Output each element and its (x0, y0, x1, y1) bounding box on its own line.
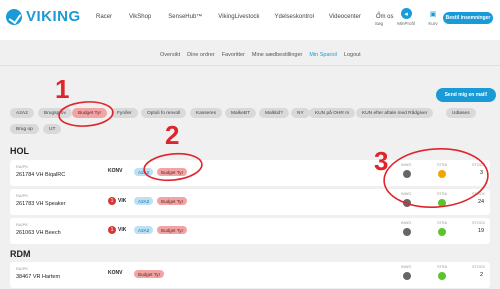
chip-ny[interactable]: NY (291, 108, 310, 118)
bull-row[interactable]: RA/PK 261783 VH Speaker 1 VIK A2A2 Budge… (10, 189, 490, 215)
tag-budget-tyr: Budget Tyr (134, 270, 165, 278)
subnav-semen-orders[interactable]: Mine sædbestillinger (252, 52, 302, 58)
subnav-divider (0, 65, 500, 66)
status-dot-inwg (403, 228, 411, 236)
search-label: Søg (374, 21, 384, 26)
chip-malkebt[interactable]: MalkeBT (225, 108, 256, 118)
col-label-stock: STOCK (472, 265, 486, 269)
tag-budget-tyr: Budget Tyr (157, 197, 188, 205)
cart-label: Kurv (428, 21, 438, 26)
nav-racer[interactable]: Racer (96, 14, 112, 20)
profile-label: MinProfil (397, 21, 415, 26)
row-label: RA/PK (16, 222, 29, 227)
chip-brugsprov[interactable]: Brugsprov (38, 108, 72, 118)
bull-name[interactable]: 38467 VR Hartem (16, 274, 60, 280)
bull-row[interactable]: RA/PK 261063 VH Beech 1 VIK A2A2 Budget … (10, 218, 490, 244)
col-label-stock: STOCK (472, 192, 486, 196)
nav-vikinglivestock[interactable]: VikingLivestock (218, 14, 259, 20)
status-dot-inwg (403, 199, 411, 207)
section-title-rdm: RDM (10, 249, 31, 259)
status-dot-stra (438, 272, 446, 280)
search-link[interactable]: ⌕ Søg (370, 8, 388, 27)
col-label-stock: STOCK (472, 163, 486, 167)
bull-row[interactable]: RA/PK 261784 VH BiqalRC KONV A2A2 Budget… (10, 160, 490, 186)
nav-videocenter[interactable]: Videocenter (329, 14, 361, 20)
status-dot-stra (438, 170, 446, 178)
nav-sensehub[interactable]: SenseHub™ (168, 14, 202, 20)
chip-udloses[interactable]: Udløses (446, 108, 476, 118)
col-label-inwg: INWG (401, 163, 412, 167)
row-label: RA/PK (16, 164, 29, 169)
annotation-number-2: 2 (165, 120, 180, 150)
subnav-overview[interactable]: Oversikt (160, 52, 180, 58)
col-label-inwg: INWG (401, 221, 412, 225)
chip-malktid[interactable]: Malktid? (259, 108, 289, 118)
chip-budget-tyr[interactable]: Budget Tyr (72, 108, 108, 118)
chip-ut[interactable]: UT (43, 124, 62, 134)
status-dot-inwg (403, 272, 411, 280)
tag-budget-tyr: Budget Tyr (157, 168, 188, 176)
col-label-stra: STRA (437, 265, 448, 269)
nav-vikshop[interactable]: VikShop (129, 14, 151, 20)
type-label: VIK (118, 198, 127, 204)
type-label: VIK (118, 227, 127, 233)
annotation-number-1: 1 (55, 74, 70, 104)
subnav-favorites[interactable]: Favoritter (222, 52, 245, 58)
order-insemination-button[interactable]: Bestil insemninger (443, 12, 493, 24)
stock-count: 24 (478, 199, 485, 205)
main-nav: Racer VikShop SenseHub™ VikingLivestock … (96, 14, 394, 20)
col-label-inwg: INWG (401, 265, 412, 269)
tag-a2a2: A2A2 (134, 168, 154, 176)
nav-ydelseskontrol[interactable]: Ydelseskontrol (275, 14, 314, 20)
stock-count: 19 (478, 228, 485, 234)
type-label: KONV (108, 270, 123, 276)
bull-name[interactable]: 261783 VH Speaker (16, 201, 66, 207)
chip-optuli[interactable]: Optuli fo renvoll (141, 108, 187, 118)
col-label-stra: STRA (437, 221, 448, 225)
chip-kasseres[interactable]: Kasseres (190, 108, 222, 118)
tag-budget-tyr: Budget Tyr (157, 226, 188, 234)
chip-fynler[interactable]: Fyn/ler (111, 108, 138, 118)
profile-icon: ◂ (400, 8, 412, 19)
col-label-inwg: INWG (401, 192, 412, 196)
vik-badge: 1 (108, 226, 116, 234)
row-label: RA/PK (16, 266, 29, 271)
col-label-stra: STRA (437, 192, 448, 196)
section-title-hol: HOL (10, 146, 29, 156)
status-dot-inwg (403, 170, 411, 178)
stock-count: 2 (480, 272, 484, 278)
chip-kun-efter-aftale[interactable]: KUN efter aftale med Rådgiver (356, 108, 434, 118)
stock-count: 3 (480, 170, 484, 176)
viking-logo-icon (6, 8, 22, 25)
chip-a2a2[interactable]: A2A2 (10, 108, 34, 118)
chip-kun-ohr[interactable]: KUN på OHR m (309, 108, 356, 118)
bull-name[interactable]: 261784 VH BiqalRC (16, 172, 65, 178)
status-dot-stra (438, 228, 446, 236)
col-label-stra: STRA (437, 163, 448, 167)
account-subnav: Oversikt Dine ordrer Favoritter Mine sæd… (160, 52, 361, 58)
viking-logo[interactable]: VIKING (6, 8, 81, 25)
bull-row[interactable]: RA/PK 38467 VR Hartem KONV Budget Tyr IN… (10, 262, 490, 288)
chip-brug-op[interactable]: Brug op (10, 124, 39, 134)
cart-icon: ▣ (429, 10, 437, 18)
type-label: KONV (108, 168, 123, 174)
subnav-orders[interactable]: Dine ordrer (187, 52, 215, 58)
site-header: VIKING Racer VikShop SenseHub™ VikingLiv… (0, 0, 500, 40)
send-mail-button[interactable]: Send mig en mail! (436, 88, 496, 102)
annotation-number-3: 3 (374, 146, 389, 176)
bull-name[interactable]: 261063 VH Beech (16, 230, 61, 236)
tag-a2a2: A2A2 (134, 197, 154, 205)
profile-link[interactable]: ◂ MinProfil (397, 8, 415, 26)
status-dot-stra (438, 199, 446, 207)
header-icons: ⌕ Søg ◂ MinProfil ▣ Kurv (370, 8, 442, 26)
tag-a2a2: A2A2 (134, 226, 154, 234)
subnav-logout[interactable]: Logout (344, 52, 361, 58)
row-label: RA/PK (16, 193, 29, 198)
cart-link[interactable]: ▣ Kurv (424, 8, 442, 27)
search-icon: ⌕ (377, 9, 381, 17)
col-label-stock: STOCK (472, 221, 486, 225)
subnav-min-sparoil[interactable]: Min Sparoil (309, 52, 337, 58)
vik-badge: 1 (108, 197, 116, 205)
logo-text: VIKING (26, 8, 81, 25)
